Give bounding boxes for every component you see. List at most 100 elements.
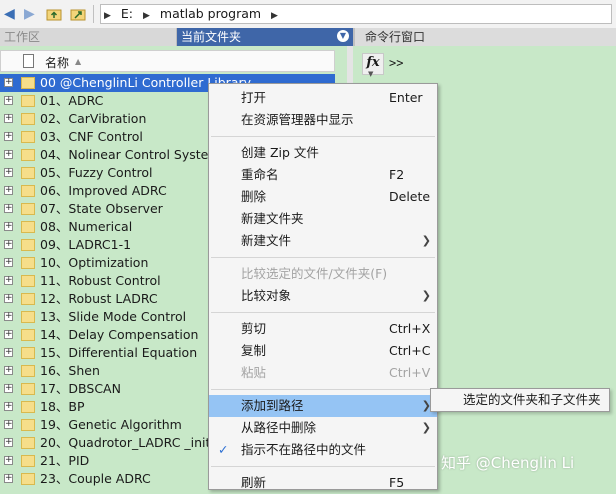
menu-item-show-in-explorer[interactable]: 在资源管理器中显示 (209, 109, 437, 131)
expand-icon[interactable]: + (4, 78, 13, 87)
column-name-label[interactable]: 名称 (45, 54, 69, 71)
address-bar[interactable]: ▶ E: ▶ matlab program ▶ (100, 4, 612, 24)
folder-name: 05、Fuzzy Control (40, 165, 153, 180)
menu-item-label: 比较选定的文件/文件夹(F) (241, 266, 388, 281)
folder-icon (21, 113, 35, 125)
expand-icon[interactable]: + (4, 114, 13, 123)
menu-item-label: 新建文件夹 (241, 211, 304, 226)
menu-item-shortcut: Enter (389, 90, 423, 105)
menu-item-compare-with[interactable]: 比较对象 ❯ (209, 285, 437, 307)
current-folder-title-text: 当前文件夹 (181, 30, 242, 44)
menu-item-label: 删除 (241, 189, 267, 204)
expand-icon[interactable]: + (4, 474, 13, 483)
menu-item-refresh[interactable]: 刷新 F5 (209, 472, 437, 494)
menu-item-shortcut: F5 (389, 475, 405, 490)
menu-item-rename[interactable]: 重命名 F2 (209, 164, 437, 186)
expand-icon[interactable]: + (4, 276, 13, 285)
expand-icon[interactable]: + (4, 438, 13, 447)
menu-item-cut[interactable]: 剪切 Ctrl+X (209, 318, 437, 340)
folder-icon (21, 257, 35, 269)
expand-icon[interactable]: + (4, 222, 13, 231)
expand-icon[interactable]: + (4, 258, 13, 267)
expand-icon[interactable]: + (4, 456, 13, 465)
expand-icon[interactable]: + (4, 366, 13, 375)
expand-icon[interactable]: + (4, 96, 13, 105)
workspace-panel-title[interactable]: 工作区 (0, 28, 177, 46)
folder-name: 14、Delay Compensation (40, 327, 199, 342)
expand-icon[interactable]: + (4, 294, 13, 303)
expand-icon[interactable]: + (4, 420, 13, 429)
current-folder-panel-title[interactable]: 当前文件夹 ▼ (177, 28, 353, 46)
folder-icon (21, 221, 35, 233)
expand-icon[interactable]: + (4, 132, 13, 141)
expand-icon[interactable]: + (4, 384, 13, 393)
expand-icon[interactable]: + (4, 240, 13, 249)
menu-item-remove-from-path[interactable]: 从路径中删除 ❯ (209, 417, 437, 439)
watermark: 知乎 @Chenglin Li (441, 454, 575, 472)
command-window-panel-title[interactable]: 命令行窗口 (353, 28, 616, 46)
menu-item-label: 指示不在路径中的文件 (241, 442, 367, 457)
menu-separator (211, 257, 435, 258)
chevron-right-icon: ▶ (271, 11, 278, 21)
folder-name: 20、Quadrotor_LADRC _initial (40, 435, 226, 450)
folder-icon (21, 275, 35, 287)
folder-icon (21, 437, 35, 449)
checkmark-icon: ✓ (218, 442, 229, 457)
expand-icon[interactable]: + (4, 402, 13, 411)
toolbar: ◀ ▶ ▶ E: ▶ matlab program ▶ (0, 0, 616, 29)
submenu-arrow-icon: ❯ (421, 234, 431, 247)
folder-name: 18、BP (40, 399, 85, 414)
expand-icon[interactable]: + (4, 312, 13, 321)
toolbar-separator (93, 5, 94, 23)
folder-name: 01、ADRC (40, 93, 104, 108)
chevron-right-icon: ▶ (104, 11, 111, 21)
menu-item-shortcut: Delete (389, 189, 431, 204)
menu-item-label: 新建文件 (241, 233, 292, 248)
menu-item-label: 复制 (241, 343, 267, 358)
menu-item-add-to-path[interactable]: 添加到路径 ❯ (209, 395, 437, 417)
folder-name: 11、Robust Control (40, 273, 161, 288)
menu-item-open[interactable]: 打开 Enter (209, 87, 437, 109)
folder-icon (21, 419, 35, 431)
folder-name: 06、Improved ADRC (40, 183, 167, 198)
menu-item-create-zip[interactable]: 创建 Zip 文件 (209, 142, 437, 164)
menu-item-label: 打开 (241, 90, 267, 105)
menu-item-copy[interactable]: 复制 Ctrl+C (209, 340, 437, 362)
submenu-item-selected-folders-and-subfolders[interactable]: 选定的文件夹和子文件夹 (463, 392, 601, 407)
folder-icon (21, 455, 35, 467)
menu-item-new-folder[interactable]: 新建文件夹 (209, 208, 437, 230)
folder-icon (21, 383, 35, 395)
expand-icon[interactable]: + (4, 348, 13, 357)
folder-name: 13、Slide Mode Control (40, 309, 187, 324)
folder-name: 10、Optimization (40, 255, 149, 270)
folder-icon (21, 239, 35, 251)
folder-icon (21, 77, 35, 89)
menu-item-label: 粘贴 (241, 365, 267, 380)
folder-icon (21, 95, 35, 107)
back-arrow-icon[interactable]: ◀ (4, 6, 20, 22)
expand-icon[interactable]: + (4, 330, 13, 339)
menu-item-delete[interactable]: 删除 Delete (209, 186, 437, 208)
folder-name: 07、State Observer (40, 201, 163, 216)
folder-icon (21, 149, 35, 161)
command-prompt[interactable]: >> (389, 56, 403, 70)
forward-arrow-icon[interactable]: ▶ (24, 6, 40, 22)
folder-name: 15、Differential Equation (40, 345, 198, 360)
breadcrumb-folder[interactable]: matlab program (160, 6, 261, 21)
menu-item-indicate-not-on-path[interactable]: ✓ 指示不在路径中的文件 (209, 439, 437, 461)
expand-icon[interactable]: + (4, 150, 13, 159)
menu-item-label: 刷新 (241, 475, 267, 490)
expand-icon[interactable]: + (4, 204, 13, 213)
breadcrumb-drive[interactable]: E: (121, 6, 133, 21)
column-header[interactable]: 名称 ▲ (0, 50, 335, 72)
menu-item-paste: 粘贴 Ctrl+V (209, 362, 437, 384)
folder-up-icon[interactable] (46, 6, 62, 22)
folder-icon (21, 311, 35, 323)
panel-menu-icon[interactable]: ▼ (337, 30, 349, 42)
submenu-arrow-icon: ❯ (421, 289, 431, 302)
browse-folder-icon[interactable] (70, 6, 86, 22)
menu-item-new-file[interactable]: 新建文件 ❯ (209, 230, 437, 252)
menu-item-label: 比较对象 (241, 288, 292, 303)
expand-icon[interactable]: + (4, 186, 13, 195)
expand-icon[interactable]: + (4, 168, 13, 177)
